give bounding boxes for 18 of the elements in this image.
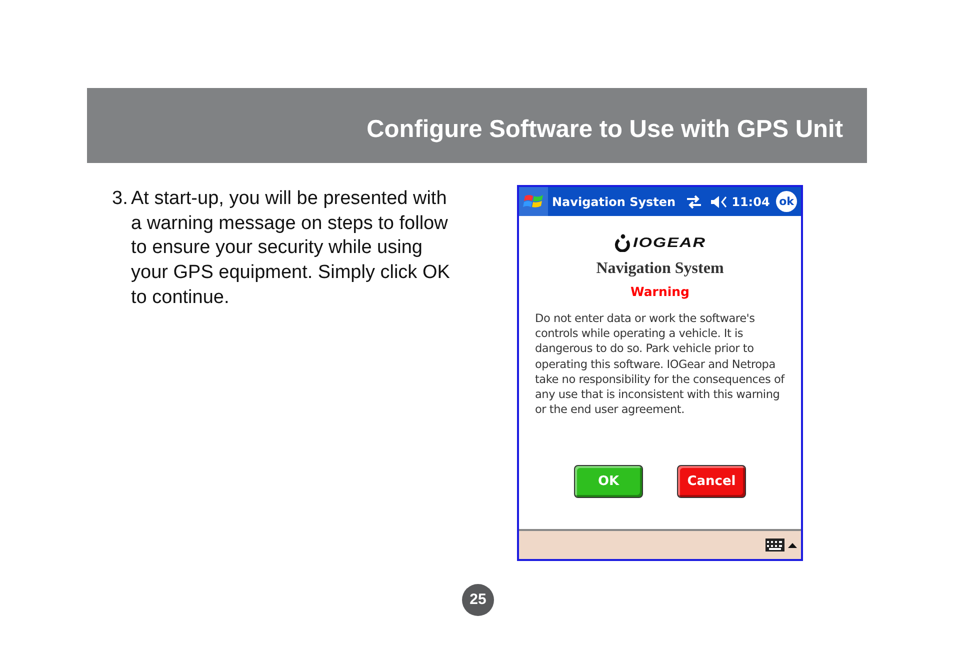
step-text: At start-up, you will be presented with a warning message on steps to follow to ensure your security while using your GPS equipment. Simply click OK to continue. bbox=[131, 187, 451, 310]
brand-logo: IOGEAR bbox=[632, 234, 706, 252]
app-title: Navigation System bbox=[596, 258, 724, 278]
section-title: Configure Software to Use with GPS Unit bbox=[366, 115, 843, 146]
keyboard-icon[interactable] bbox=[765, 538, 785, 552]
window-title: Navigation Systen bbox=[552, 194, 676, 210]
logo-icon bbox=[614, 234, 630, 252]
warning-message: Do not enter data or work the software's controls while operating a vehicle. It is dangerous to do so. Park vehicle prior to operating this software. IOGear and Netropa take no responsibility for the consequences of any use that is inconsistent with this warning or the end user agreement. bbox=[535, 311, 785, 417]
sync-arrows-icon[interactable] bbox=[686, 194, 702, 208]
page-number: 25 bbox=[462, 584, 494, 616]
clock[interactable]: 11:04 bbox=[732, 192, 770, 210]
step-number: 3. bbox=[112, 187, 129, 211]
caret-up-icon[interactable] bbox=[788, 542, 797, 548]
cancel-button[interactable]: Cancel bbox=[677, 464, 746, 498]
ok-button[interactable]: ok bbox=[776, 191, 797, 212]
start-button[interactable] bbox=[519, 187, 548, 216]
speaker-icon[interactable] bbox=[710, 194, 728, 208]
warning-heading: Warning bbox=[630, 282, 690, 301]
